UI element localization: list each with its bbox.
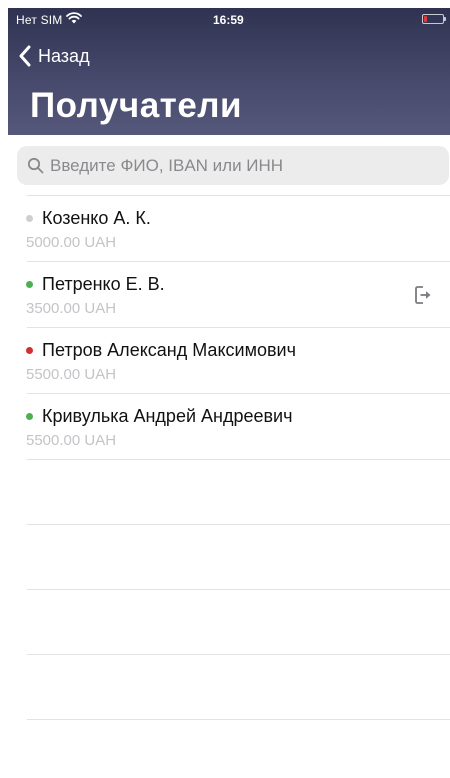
back-label: Назад xyxy=(38,45,90,66)
header: Нет SIM 16:59 Назад Получатели xyxy=(8,8,450,135)
recipient-amount: 5500.00 UAH xyxy=(26,432,117,449)
battery-tip xyxy=(444,17,446,21)
clock: 16:59 xyxy=(213,13,244,27)
search-input[interactable] xyxy=(50,155,430,176)
carrier-label: Нет SIM xyxy=(16,13,63,27)
chevron-left-icon xyxy=(19,45,31,67)
status-dot xyxy=(26,215,33,222)
search-icon xyxy=(27,157,44,174)
list-divider xyxy=(27,719,450,720)
logout-arrow-icon[interactable] xyxy=(414,284,434,306)
status-dot xyxy=(26,281,33,288)
recipient-name: Петренко Е. В. xyxy=(42,274,165,294)
recipient-name: Петров Александ Максимович xyxy=(42,340,296,360)
recipient-amount: 5000.00 UAH xyxy=(26,234,117,251)
back-button[interactable]: Назад xyxy=(18,42,90,70)
battery-level xyxy=(424,16,427,22)
recipients-screen: Нет SIM 16:59 Назад Получатели Введите Ф… xyxy=(0,0,450,778)
empty-row xyxy=(0,460,450,524)
recipient-name: Кривулька Андрей Андреевич xyxy=(42,406,293,426)
list-item[interactable]: Козенко А. К. 5000.00 UAH xyxy=(0,196,450,261)
list-item[interactable]: Петренко Е. В. 3500.00 UAH xyxy=(0,262,450,327)
empty-row xyxy=(0,590,450,654)
status-dot xyxy=(26,413,33,420)
page-title: Получатели xyxy=(30,86,243,125)
recipient-name: Козенко А. К. xyxy=(42,208,151,228)
wifi-icon xyxy=(66,12,82,24)
search-bar[interactable] xyxy=(17,146,449,185)
battery-icon xyxy=(422,14,446,24)
empty-row xyxy=(0,655,450,719)
list-item[interactable]: Кривулька Андрей Андреевич 5500.00 UAH xyxy=(0,394,450,459)
recipient-amount: 3500.00 UAH xyxy=(26,300,117,317)
recipient-amount: 5500.00 UAH xyxy=(26,366,117,383)
status-dot xyxy=(26,347,33,354)
list-item[interactable]: Петров Александ Максимович 5500.00 UAH xyxy=(0,328,450,393)
empty-row xyxy=(0,525,450,589)
status-bar: Нет SIM 16:59 xyxy=(8,8,450,30)
recipients-list: Козенко А. К. 5000.00 UAH Петренко Е. В.… xyxy=(0,195,450,720)
